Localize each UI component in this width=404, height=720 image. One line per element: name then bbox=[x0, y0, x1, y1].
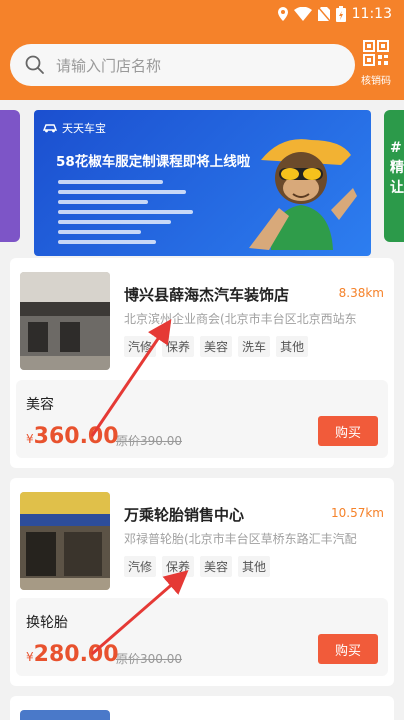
service-tag: 洗车 bbox=[238, 336, 271, 357]
qr-code-icon bbox=[363, 40, 389, 66]
deal-original-price: 原价300.00 bbox=[116, 652, 182, 666]
clock: 11:13 bbox=[351, 6, 392, 22]
car-logo-icon bbox=[42, 124, 58, 133]
buy-button[interactable]: 购买 bbox=[318, 634, 378, 664]
store-card[interactable]: 博兴县薛海杰汽车装饰店 8.38km 北京滨州企业商会(北京市丰台区北京西站东 … bbox=[10, 258, 394, 468]
service-tag: 美容 bbox=[200, 336, 233, 357]
store-name: 博兴县薛海杰汽车装饰店 bbox=[124, 286, 290, 304]
scan-code-button[interactable]: 核销码 bbox=[356, 40, 396, 92]
service-tags: 汽修 保养 美容 其他 bbox=[124, 556, 271, 577]
service-tag: 汽修 bbox=[124, 556, 157, 577]
deal-name: 换轮胎 bbox=[26, 615, 68, 631]
store-card[interactable] bbox=[10, 696, 394, 720]
deal-price: ¥360.00 bbox=[26, 424, 119, 449]
chimp-mascot-illustration bbox=[249, 139, 357, 250]
banner-brand: 天天车宝 bbox=[62, 122, 106, 135]
service-tag: 美容 bbox=[200, 556, 233, 577]
service-tag: 其他 bbox=[276, 336, 309, 357]
search-placeholder: 请输入门店名称 bbox=[56, 56, 162, 75]
location-icon bbox=[277, 7, 288, 21]
store-address: 北京滨州企业商会(北京市丰台区北京西站东 bbox=[124, 312, 357, 326]
search-input[interactable]: 请输入门店名称 bbox=[10, 44, 355, 86]
store-photo bbox=[20, 710, 110, 720]
banner-next-peek[interactable]: # 精让 bbox=[384, 110, 404, 242]
promo-banner[interactable]: 天天车宝 58花椒车服定制课程即将上线啦 bbox=[34, 110, 371, 256]
store-card[interactable]: 万乘轮胎销售中心 10.57km 邓禄普轮胎(北京市丰台区草桥东路汇丰汽配 汽修… bbox=[10, 478, 394, 686]
deal-name: 美容 bbox=[26, 397, 54, 413]
no-sim-icon bbox=[317, 7, 330, 21]
buy-button[interactable]: 购买 bbox=[318, 416, 378, 446]
search-icon bbox=[25, 55, 44, 74]
store-address: 邓禄普轮胎(北京市丰台区草桥东路汇丰汽配 bbox=[124, 532, 357, 546]
top-bar: 请输入门店名称 核销码 bbox=[0, 32, 404, 100]
store-photo bbox=[20, 272, 110, 370]
deal-original-price: 原价390.00 bbox=[116, 434, 182, 448]
banner-title: 58花椒车服定制课程即将上线啦 bbox=[56, 154, 251, 170]
deal-item[interactable]: 美容 ¥360.00 原价390.00 购买 bbox=[16, 380, 388, 458]
service-tags: 汽修 保养 美容 洗车 其他 bbox=[124, 336, 309, 357]
deal-item[interactable]: 换轮胎 ¥280.00 原价300.00 购买 bbox=[16, 598, 388, 676]
wifi-icon bbox=[293, 7, 312, 21]
service-tag: 保养 bbox=[162, 556, 195, 577]
main-content: 天天车宝 58花椒车服定制课程即将上线啦 # 精让 博兴县薛海杰汽车装饰店 8.… bbox=[0, 100, 404, 720]
scan-label: 核销码 bbox=[361, 76, 391, 87]
store-distance: 10.57km bbox=[331, 506, 384, 520]
store-distance: 8.38km bbox=[338, 286, 384, 300]
service-tag: 汽修 bbox=[124, 336, 157, 357]
store-name: 万乘轮胎销售中心 bbox=[124, 506, 245, 524]
banner-prev-peek[interactable] bbox=[0, 110, 20, 242]
banner-logo: 天天车宝 bbox=[42, 120, 106, 136]
store-photo bbox=[20, 492, 110, 590]
service-tag: 其他 bbox=[238, 556, 271, 577]
banner-bullets bbox=[58, 176, 208, 250]
deal-price: ¥280.00 bbox=[26, 642, 119, 667]
status-bar: 11:13 bbox=[0, 0, 404, 32]
battery-icon bbox=[335, 6, 346, 22]
service-tag: 保养 bbox=[162, 336, 195, 357]
